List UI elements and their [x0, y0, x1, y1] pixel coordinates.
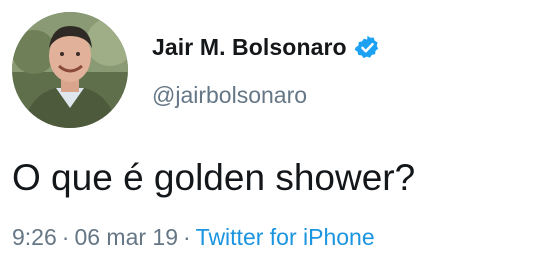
tweet-source-link[interactable]: Twitter for iPhone	[196, 224, 375, 250]
avatar[interactable]	[12, 12, 128, 128]
tweet-card: Jair M. Bolsonaro @jairbolsonaro O que é…	[0, 0, 556, 262]
tweet-meta: 9:26 · 06 mar 19 · Twitter for iPhone	[12, 224, 375, 251]
meta-separator-2: ·	[183, 224, 191, 250]
author-name-row[interactable]: Jair M. Bolsonaro	[152, 34, 381, 61]
tweet-time[interactable]: 9:26	[12, 224, 57, 250]
avatar-photo	[12, 12, 128, 128]
author-handle[interactable]: @jairbolsonaro	[152, 82, 307, 109]
tweet-text: O que é golden shower?	[12, 157, 416, 198]
tweet-date[interactable]: 06 mar 19	[74, 224, 178, 250]
meta-separator: ·	[61, 224, 70, 250]
verified-badge-icon	[354, 34, 381, 61]
display-name[interactable]: Jair M. Bolsonaro	[152, 34, 347, 61]
